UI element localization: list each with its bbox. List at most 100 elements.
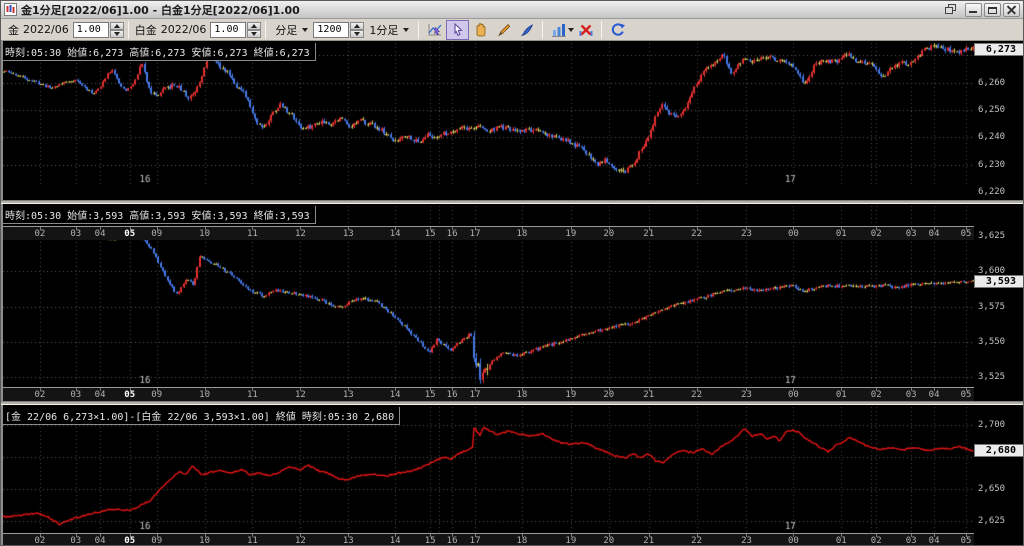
time-axis-label: 04: [95, 536, 106, 546]
time-axis-label: 00: [788, 390, 799, 400]
bar-type-dropdown[interactable]: 分足: [270, 20, 313, 40]
time-axis-label: 04: [929, 536, 940, 546]
time-axis-label: 19: [565, 229, 576, 239]
time-axis-label: 16: [447, 536, 458, 546]
platinum-label: 白金: [135, 22, 157, 38]
time-axis-label: 23: [741, 229, 752, 239]
delete-x-icon: [578, 22, 594, 38]
gold-ratio-input[interactable]: [73, 22, 109, 38]
gold-plot-area[interactable]: 時刻:05:30 始値:6,273 高値:6,273 安値:6,273 終値:6…: [3, 43, 974, 185]
refresh-button[interactable]: [606, 20, 629, 40]
bar-count-input[interactable]: [313, 22, 349, 38]
separator: [601, 21, 602, 39]
time-axis-label: 12: [295, 390, 306, 400]
time-axis-label: 04: [929, 390, 940, 400]
time-axis-label: 09: [151, 390, 162, 400]
time-axis-label: 04: [929, 229, 940, 239]
maximize-button[interactable]: [984, 3, 1001, 17]
y-axis-label: 3,525: [978, 372, 1005, 382]
time-axis-label: 13: [343, 536, 354, 546]
time-axis-label: 20: [603, 390, 614, 400]
time-axis-label: 05: [124, 536, 135, 546]
time-axis-label: 01: [836, 536, 847, 546]
close-button[interactable]: [1003, 3, 1020, 17]
time-axis-label: 15: [425, 390, 436, 400]
mdi-restore-icon[interactable]: [944, 3, 959, 16]
separator: [418, 21, 419, 39]
pencil-icon: [496, 22, 512, 38]
draw-tool-button[interactable]: [492, 20, 515, 40]
time-axis-label: 21: [643, 390, 654, 400]
last-price-badge: 6,273: [974, 43, 1024, 56]
gold-ratio-spinner[interactable]: [110, 22, 124, 38]
gold-label: 金: [8, 22, 19, 38]
time-axis-label: 15: [425, 229, 436, 239]
time-axis-label: 03: [906, 390, 917, 400]
platinum-y-axis: 3,6253,6003,5753,5503,5253,593: [974, 206, 1024, 400]
bar-type-label: 分足: [275, 22, 297, 38]
time-axis-label: 05: [961, 229, 972, 239]
time-axis-label: 18: [516, 390, 527, 400]
time-axis: 0203040509101112131415161718192021222300…: [3, 226, 974, 240]
gold-contract[interactable]: 2022/06: [23, 23, 69, 36]
pen-icon: [519, 22, 535, 38]
time-axis-label: 13: [343, 390, 354, 400]
time-axis-label: 14: [390, 229, 401, 239]
time-axis-label: 04: [95, 229, 106, 239]
time-axis-label: 03: [906, 536, 917, 546]
time-axis-label: 03: [70, 390, 81, 400]
time-axis-label: 11: [247, 536, 258, 546]
time-axis-label: 05: [961, 390, 972, 400]
time-axis-label: 17: [470, 229, 481, 239]
time-axis-label: 20: [603, 536, 614, 546]
chart-window: 金1分足[2022/06]1.00 - 白金1分足[2022/06]1.00 金…: [0, 0, 1024, 546]
spread-y-axis: 2,7002,6502,6252,680: [974, 407, 1024, 546]
time-axis-label: 09: [151, 229, 162, 239]
y-axis-label: 2,650: [978, 484, 1005, 494]
time-axis-label: 05: [961, 536, 972, 546]
delete-drawings-button[interactable]: [574, 20, 597, 40]
spread-plot-area[interactable]: [金 22/06 6,273×1.00]-[白金 22/06 3,593×1.0…: [3, 407, 974, 532]
separator: [542, 21, 543, 39]
time-axis-label: 11: [247, 229, 258, 239]
time-axis-label: 05: [124, 390, 135, 400]
time-axis-label: 23: [741, 536, 752, 546]
title-bar: 金1分足[2022/06]1.00 - 白金1分足[2022/06]1.00: [1, 1, 1023, 19]
spread-chart-panel: [金 22/06 6,273×1.00]-[白金 22/06 3,593×1.0…: [1, 405, 1024, 546]
y-axis-label: 6,260: [978, 78, 1005, 88]
time-axis-label: 02: [34, 536, 45, 546]
time-axis-label: 23: [741, 390, 752, 400]
chart-type-button[interactable]: [547, 20, 570, 40]
bar-count-spinner[interactable]: [350, 22, 364, 38]
time-axis-label: 14: [390, 536, 401, 546]
spread-chart-header: [金 22/06 6,273×1.00]-[白金 22/06 3,593×1.0…: [3, 407, 400, 425]
time-axis-label: 12: [295, 229, 306, 239]
select-tool-button[interactable]: [446, 20, 469, 40]
time-axis-label: 18: [516, 536, 527, 546]
platinum-ratio-spinner[interactable]: [247, 22, 261, 38]
time-axis-label: 10: [199, 390, 210, 400]
time-axis-label: 03: [70, 536, 81, 546]
crossline-tool-button[interactable]: [423, 20, 446, 40]
time-axis-label: 03: [70, 229, 81, 239]
chart-stack: 時刻:05:30 始値:6,273 高値:6,273 安値:6,273 終値:6…: [1, 41, 1024, 546]
pan-tool-button[interactable]: [469, 20, 492, 40]
time-axis-label: 16: [447, 229, 458, 239]
y-axis-label: 6,240: [978, 132, 1005, 142]
platinum-contract[interactable]: 2022/06: [161, 23, 207, 36]
time-axis-label: 15: [425, 536, 436, 546]
pen-tool-button[interactable]: [515, 20, 538, 40]
time-axis-label: 01: [836, 390, 847, 400]
time-axis-label: 09: [151, 536, 162, 546]
time-axis: 0203040509101112131415161718192021222300…: [3, 533, 974, 546]
platinum-ratio-input[interactable]: [210, 22, 246, 38]
gold-chart-header: 時刻:05:30 始値:6,273 高値:6,273 安値:6,273 終値:6…: [3, 43, 316, 61]
separator: [265, 21, 266, 39]
last-price-badge: 2,680: [974, 444, 1024, 457]
interval-dropdown[interactable]: 1分足: [364, 20, 414, 40]
minimize-button[interactable]: [965, 3, 982, 17]
time-axis-label: 22: [691, 536, 702, 546]
time-axis-label: 02: [871, 536, 882, 546]
app-icon: [4, 3, 17, 16]
time-axis-label: 16: [447, 390, 458, 400]
